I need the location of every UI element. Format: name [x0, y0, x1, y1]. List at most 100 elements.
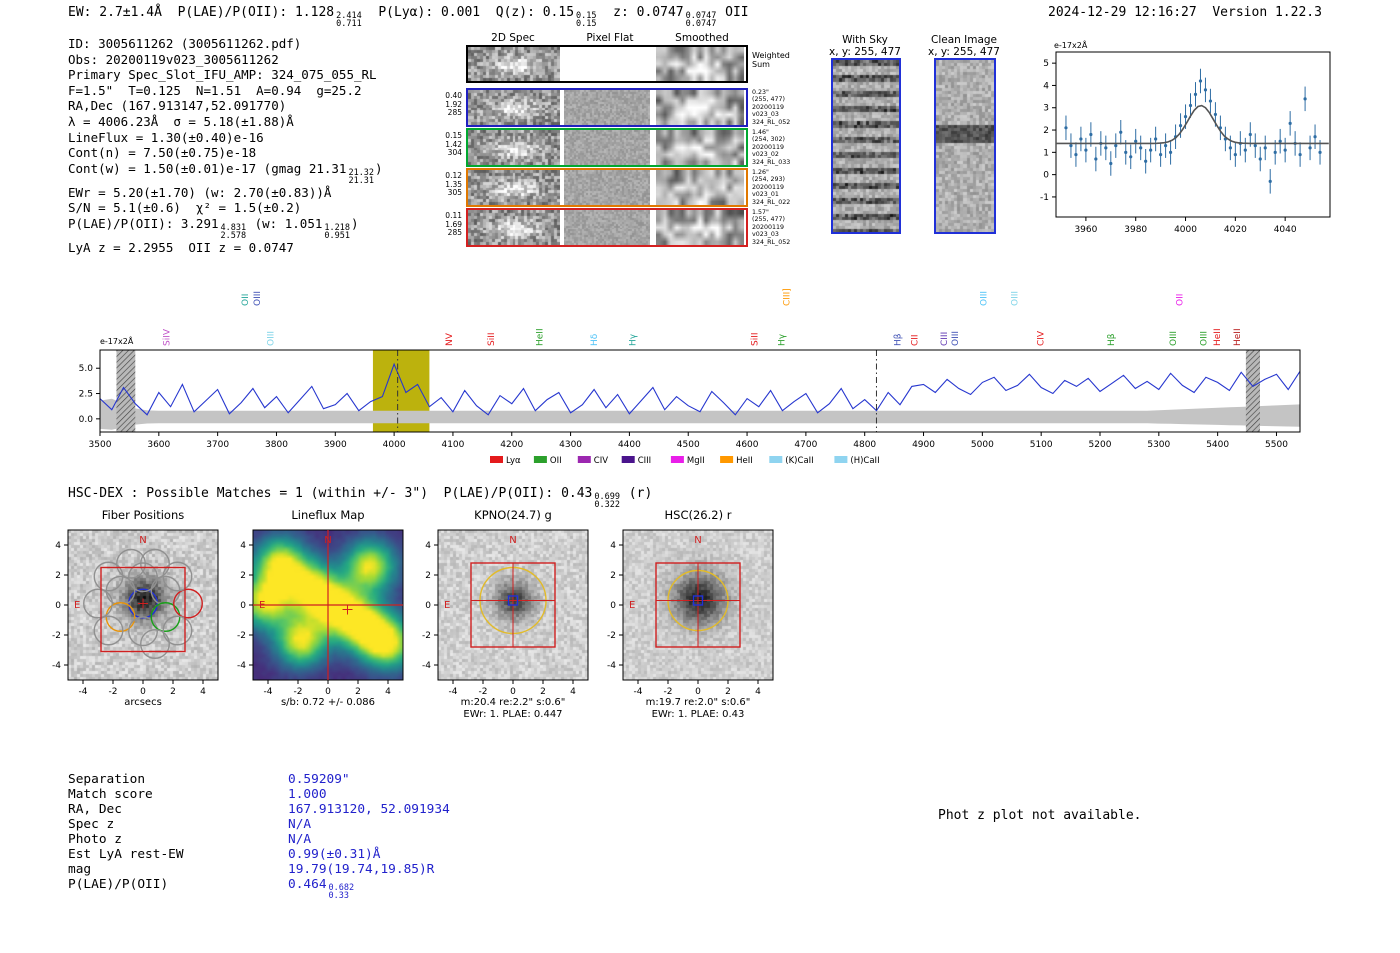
text-segment: N/A	[288, 817, 312, 832]
y-tick-label: 2	[240, 571, 246, 581]
y-tick-label: -4	[237, 661, 246, 671]
row-label: Spec z	[68, 817, 115, 832]
weighted-sum-label: Weighted Sum	[752, 51, 798, 69]
plot-frame	[1055, 51, 1331, 218]
cutout-row-weights: 0.11 1.69 285	[430, 211, 462, 238]
emission-line-fit-chart: 3960 3980 4000 4020 4040 -1 0 1 2 3 4 5 e-17x2Å	[1040, 39, 1331, 235]
row-label: Match score	[68, 787, 153, 802]
legend-label: CIII	[638, 456, 651, 466]
meta-line: (255, 477)	[752, 216, 785, 224]
legend-swatch	[769, 456, 783, 463]
2d-spec-cutout-image	[468, 90, 560, 125]
fiber_positions-overlay: -4 -4 -2 -2 0 0 2 2 4 4 N E	[52, 529, 219, 697]
row-label: Separation	[68, 772, 146, 787]
meta-line: 324_RL_033	[752, 158, 791, 166]
y-tick-label: 0	[1043, 171, 1049, 181]
text-segment: (w: 1.051	[247, 215, 323, 231]
emission-line-label: HeII	[1213, 328, 1223, 346]
emission-line-label: OIII	[951, 331, 961, 346]
meta-line: 1.26"	[752, 169, 769, 176]
x-tick-label: 4400	[618, 440, 641, 450]
emission-line-label: SiIV	[162, 328, 172, 346]
panel-caption: s/b: 0.72 +/- 0.086	[280, 697, 376, 708]
y-tick-label: 0	[425, 601, 431, 611]
x-tick-label: 3600	[147, 440, 170, 450]
text-segment: N/A	[288, 832, 312, 847]
x-tick-label: 3960	[1074, 225, 1097, 235]
y-tick-label: 4	[610, 541, 616, 551]
y-tick-label: 2	[1043, 126, 1049, 136]
text-segment: 0.99(±0.31)Å	[288, 847, 381, 862]
x-tick-label: 5000	[971, 440, 994, 450]
x-tick-label: 4900	[912, 440, 935, 450]
x-tick-label: 0	[140, 687, 146, 697]
with-sky-title: With Sky	[842, 34, 888, 46]
text-segment: EWr = 5.20(±1.70) (w: 2.70(±0.83))Å	[68, 184, 332, 200]
smoothed-image	[656, 47, 744, 81]
emission-line-label: OII	[241, 294, 251, 306]
row-label: mag	[68, 862, 92, 877]
emission-line-label: Hβ	[894, 333, 904, 346]
cutout-row-0	[466, 45, 748, 83]
weight-value: 285	[447, 228, 462, 238]
x-tick-label: 4600	[736, 440, 759, 450]
x-tick-label: 0	[325, 687, 331, 697]
info-line: S/N = 5.1(±0.6) χ² = 1.5(±0.2)	[68, 200, 383, 216]
fraction-lower: 0.0747	[685, 19, 717, 29]
compass-east-label: E	[629, 600, 635, 611]
emission-line-label: OIII	[979, 291, 989, 306]
x-tick-label: 4100	[441, 440, 464, 450]
emission-line-label: HeII	[1233, 328, 1243, 346]
x-tick-label: -2	[479, 687, 488, 697]
with-sky-image	[831, 58, 901, 234]
text-segment: Obs: 20200119v023_3005611262	[68, 51, 279, 67]
x-tick-label: 4700	[794, 440, 817, 450]
table-row: RA, Dec 167.913120, 52.091934	[68, 802, 450, 817]
info-line: Obs: 20200119v023_3005611262	[68, 52, 383, 68]
text-segment: OII	[717, 5, 749, 20]
with-sky-xy: x, y: 255, 477	[829, 46, 901, 58]
row-label: Photo z	[68, 832, 122, 847]
stacked-fraction: 21.32 21.31	[348, 169, 374, 186]
lineflux_map-overlay: -4-4-2-2002244NE	[237, 529, 404, 697]
text-segment: Cont(w) = 1.50(±0.01)e-17 (gmag 21.31	[68, 160, 347, 176]
emission-line-label: CIII]	[782, 288, 792, 306]
meta-line: Sum	[752, 60, 770, 69]
emission-line-label: Hγ	[628, 333, 638, 346]
emission-line-label: OIII	[1011, 291, 1021, 306]
smoothed-image	[656, 90, 744, 125]
meta-line: 20200119	[752, 103, 785, 111]
stacked-fraction: 0.0747 0.0747	[685, 12, 717, 29]
x-tick-label: 5300	[1147, 440, 1170, 450]
emission-line-label: OIII	[1169, 331, 1179, 346]
y-tick-label: 2.5	[79, 390, 93, 400]
info-line: ID: 3005611262 (3005611262.pdf)	[68, 36, 383, 52]
x-tick-label: 5400	[1206, 440, 1229, 450]
meta-line: 324_RL_052	[752, 118, 791, 126]
emission-line-label: Hβ	[1107, 333, 1117, 346]
emission-line-label: OIII	[1199, 331, 1209, 346]
x-tick-label: 5500	[1265, 440, 1288, 450]
legend-swatch	[670, 456, 684, 463]
legend-swatch	[490, 456, 503, 463]
emission-line-label: OII	[1175, 294, 1185, 306]
table-row: P(LAE)/P(OII) 0.464 0.682 0.33	[68, 877, 450, 900]
cutout-row-meta: 1.26" (254, 293) 20200119 v023_01 324_RL_022	[752, 169, 798, 206]
smoothed-image	[656, 170, 744, 205]
text-segment: Primary Spec_Slot_IFU_AMP: 324_075_055_R…	[68, 67, 377, 83]
y-axis-units-label: e-17x2Å	[100, 335, 134, 346]
fiber-circle-gray	[128, 616, 158, 647]
text-segment: EW: 2.7±1.4Å P(LAE)/P(OII): 1.128	[68, 5, 335, 20]
panel-caption: m:19.7 re:2.0" s:0.6"	[645, 697, 751, 708]
stacked-fraction: 1.218 0.951	[324, 224, 350, 241]
text-segment: 19.79(19.74,19.85)R	[288, 862, 435, 877]
spectrum-line	[99, 362, 1301, 416]
emission-line-label: CII	[911, 334, 921, 346]
meta-line: 0.23"	[752, 89, 769, 96]
pixel-flat-image	[564, 170, 650, 205]
y-tick-label: 2	[425, 571, 431, 581]
text-segment: P(Lyα): 0.001 Q(z): 0.15	[362, 5, 575, 20]
y-axis-units-label: e-17x2Å	[1054, 39, 1088, 50]
cutout-row-weights: 0.15 1.42 304	[430, 131, 462, 158]
emission-line-label: Hδ	[590, 333, 600, 346]
